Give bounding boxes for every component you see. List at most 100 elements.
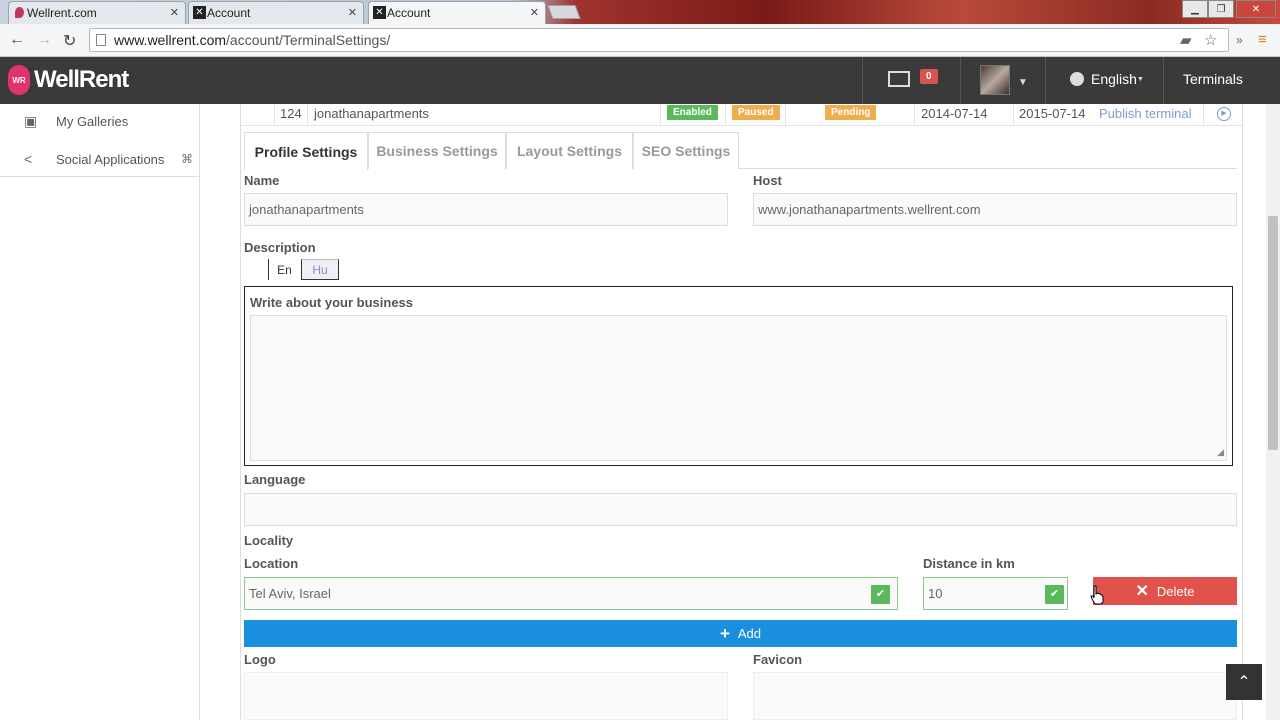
sidebar-item-label: My Galleries (56, 114, 129, 129)
close-icon[interactable]: ✕ (530, 6, 539, 19)
page-scrollbar[interactable] (1266, 104, 1280, 720)
cell-divider (785, 104, 786, 126)
x-logo-icon: ✕ (373, 6, 386, 19)
puzzle-icon[interactable]: ⌘ (181, 152, 193, 166)
play-icon[interactable]: ▶ (1217, 107, 1231, 121)
app-header: WR WellRent 0 ▼ English ▼ Terminals (0, 57, 1280, 104)
language-input[interactable] (244, 493, 1237, 526)
description-textarea[interactable]: ◢ (250, 315, 1227, 461)
header-divider (960, 57, 961, 104)
envelope-icon[interactable] (888, 71, 910, 87)
cell-divider (660, 104, 661, 126)
sidebar-divider (0, 176, 199, 177)
distance-label: Distance in km (923, 556, 1015, 571)
location-label: Location (244, 556, 299, 571)
scrollbar-thumb[interactable] (1268, 216, 1278, 450)
page-icon (96, 34, 106, 46)
end-date: 2015-07-14 (1019, 106, 1086, 121)
back-arrow-icon[interactable]: ← (9, 31, 25, 49)
browser-tab-title: Account (207, 6, 251, 20)
brand-name: WellRent (34, 66, 129, 93)
logo-label: Logo (244, 652, 276, 667)
forward-arrow-icon[interactable]: → (36, 31, 52, 49)
logo[interactable]: WR WellRent (8, 65, 129, 95)
chat-extension-icon[interactable]: ▰ (1180, 31, 1192, 49)
more-extensions-icon[interactable]: » (1236, 33, 1243, 47)
image-icon: ▣ (24, 113, 38, 129)
delete-button[interactable]: ✕ Delete (1093, 577, 1237, 605)
lang-tab-en[interactable]: En (268, 259, 300, 280)
cell-divider (307, 104, 308, 126)
favicon-upload[interactable] (753, 672, 1237, 720)
name-label: Name (244, 173, 280, 188)
location-input[interactable]: Tel Aviv, Israel ✔ (244, 577, 898, 610)
logo-pin-text: WR (12, 75, 26, 85)
resize-handle-icon[interactable]: ◢ (1217, 447, 1224, 458)
cell-divider (274, 104, 275, 126)
chevron-down-icon[interactable]: ▼ (1018, 77, 1028, 88)
distance-input[interactable]: 10 ✔ (923, 577, 1068, 610)
add-button[interactable]: + Add (244, 620, 1237, 647)
close-icon[interactable]: ✕ (170, 6, 179, 19)
browser-tab-account-2[interactable]: ✕ Account ✕ (368, 1, 546, 24)
cell-divider (725, 104, 726, 126)
sidebar-item-social-applications[interactable]: < Social Applications ⌘ (0, 144, 198, 174)
minimize-icon[interactable]: ▁ (1182, 0, 1208, 18)
header-divider (862, 57, 863, 104)
language-selector[interactable]: English (1091, 71, 1137, 87)
check-icon: ✔ (1045, 585, 1064, 604)
menu-icon[interactable]: ≡ (1258, 31, 1267, 48)
bookmark-star-icon[interactable]: ☆ (1204, 31, 1217, 49)
messages-count-badge: 0 (920, 69, 938, 84)
close-icon[interactable]: ✕ (348, 6, 357, 19)
add-button-label: Add (737, 626, 762, 641)
terminals-link[interactable]: Terminals (1183, 71, 1243, 87)
delete-button-label: Delete (1156, 583, 1195, 599)
avatar[interactable] (980, 65, 1010, 95)
browser-tab-wellrent[interactable]: Wellrent.com ✕ (8, 1, 186, 24)
tab-seo-settings[interactable]: SEO Settings (633, 132, 739, 169)
header-divider (1163, 57, 1164, 104)
restore-icon[interactable]: ❐ (1208, 0, 1234, 18)
globe-icon (1070, 72, 1084, 86)
scroll-to-top-button[interactable]: ⌃ (1226, 664, 1262, 700)
address-bar[interactable]: www.wellrent.com/account/TerminalSetting… (89, 28, 1229, 52)
plus-icon: + (719, 623, 730, 643)
logo-pin-icon: WR (8, 65, 30, 95)
browser-tab-account-1[interactable]: ✕ Account ✕ (188, 1, 364, 24)
new-tab-button[interactable] (547, 5, 581, 19)
status-badge-paused[interactable]: Paused (732, 105, 780, 120)
cell-divider (1013, 104, 1014, 126)
map-pin-icon (15, 7, 24, 18)
url-path: /account/TerminalSettings/ (226, 32, 391, 48)
tab-layout-settings[interactable]: Layout Settings (506, 132, 633, 169)
window-close-icon[interactable]: ✕ (1236, 0, 1276, 18)
browser-tab-title: Wellrent.com (27, 6, 97, 20)
header-divider (1045, 57, 1046, 104)
sidebar-item-my-galleries[interactable]: ▣ My Galleries (0, 106, 198, 136)
logo-upload[interactable] (244, 672, 728, 720)
language-label: Language (244, 472, 306, 487)
sidebar-item-label: Social Applications (56, 152, 165, 167)
distance-value: 10 (928, 586, 943, 601)
chevron-down-icon: ▼ (1137, 76, 1144, 83)
x-logo-icon: ✕ (193, 6, 206, 19)
status-badge-pending[interactable]: Pending (825, 105, 877, 120)
status-badge-enabled[interactable]: Enabled (667, 105, 718, 120)
url-host: www.wellrent.com (114, 32, 227, 48)
lang-tab-hu[interactable]: Hu (301, 259, 339, 280)
cell-divider (1203, 104, 1204, 126)
chevron-up-icon: ⌃ (1237, 674, 1251, 691)
tab-profile-settings[interactable]: Profile Settings (244, 132, 368, 170)
panel-border-left (240, 104, 241, 720)
name-input[interactable]: jonathanapartments (244, 193, 728, 226)
tab-business-settings[interactable]: Business Settings (368, 132, 506, 169)
reload-icon[interactable]: ↻ (63, 31, 76, 51)
favicon-label: Favicon (753, 652, 803, 667)
hand-cursor-icon (1090, 585, 1104, 605)
description-label: Description (244, 240, 316, 255)
settings-tabs: Profile Settings Business Settings Layou… (244, 132, 1237, 170)
host-input[interactable]: www.jonathanapartments.wellrent.com (753, 193, 1237, 226)
publish-terminal-link[interactable]: Publish terminal (1099, 106, 1192, 121)
share-icon: < (24, 151, 33, 167)
